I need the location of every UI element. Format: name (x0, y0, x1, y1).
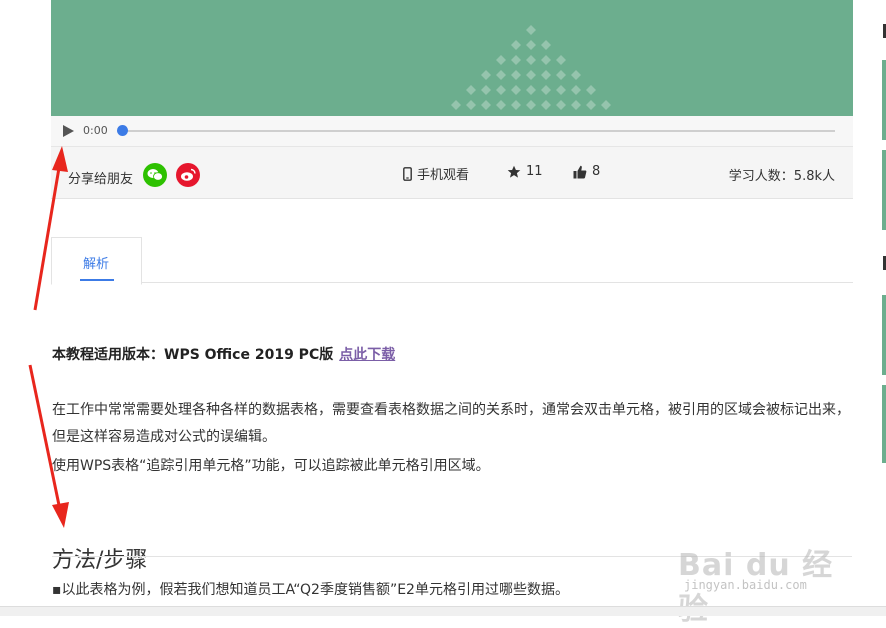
star-icon (507, 165, 521, 178)
progress-track[interactable] (123, 130, 835, 132)
weibo-share-button[interactable] (176, 163, 200, 187)
sidebar-thumbnail[interactable] (882, 150, 886, 230)
sidebar-thumbnail[interactable] (882, 385, 886, 463)
info-bar: 分享给朋友 手机观看 11 8 学习人数：5.8k人 (51, 147, 853, 199)
video-player-bar: 0:00 (51, 116, 853, 147)
favorite-button[interactable]: 11 (507, 164, 543, 179)
mobile-view-label: 手机观看 (417, 168, 470, 183)
baidu-jingyan-watermark: Bai du 经验 jingyan.baidu.com (678, 540, 848, 627)
tab-analysis-label: 解析 (83, 257, 110, 272)
like-button[interactable]: 8 (573, 164, 600, 179)
intro-paragraph: 在工作中常常需要处理各种各样的数据表格，需要查看表格数据之间的关系时，通常会双击… (52, 402, 850, 445)
share-label: 分享给朋友 (68, 172, 134, 187)
thumbs-up-icon (573, 165, 587, 178)
play-icon[interactable] (61, 124, 75, 138)
tab-active-indicator (80, 279, 114, 281)
current-time: 0:00 (83, 124, 108, 137)
video-preview[interactable] (51, 0, 853, 116)
tab-strip-divider (51, 282, 853, 283)
feature-paragraph: 使用WPS表格“追踪引用单元格”功能，可以追踪被此单元格引用区域。 (52, 458, 490, 474)
favorites-count: 11 (526, 164, 543, 179)
video-pattern (451, 25, 611, 110)
weibo-icon (181, 168, 196, 181)
version-text: 本教程适用版本：WPS Office 2019 PC版 (52, 347, 334, 363)
tab-analysis[interactable]: 解析 (51, 237, 142, 285)
wechat-share-button[interactable] (143, 163, 167, 187)
watermark-url: jingyan.baidu.com (684, 578, 807, 592)
mobile-view-button[interactable]: 手机观看 (403, 164, 469, 183)
progress-knob[interactable] (117, 125, 128, 136)
wechat-icon (147, 169, 163, 181)
step-item: ▪以此表格为例，假若我们想知道员工A“Q2季度销售额”E2单元格引用过哪些数据。 (52, 582, 569, 598)
mobile-phone-icon (403, 166, 412, 181)
section-title: 方法/步骤 (52, 548, 148, 574)
likes-count: 8 (592, 164, 601, 179)
sidebar-thumbnail[interactable] (882, 60, 886, 140)
version-note: 本教程适用版本：WPS Office 2019 PC版 点此下载 (52, 344, 395, 364)
download-link[interactable]: 点此下载 (339, 347, 395, 363)
sidebar-thumbnail[interactable] (882, 295, 886, 375)
right-sidebar-edge (880, 0, 886, 615)
learners-count: 学习人数：5.8k人 (728, 169, 835, 184)
